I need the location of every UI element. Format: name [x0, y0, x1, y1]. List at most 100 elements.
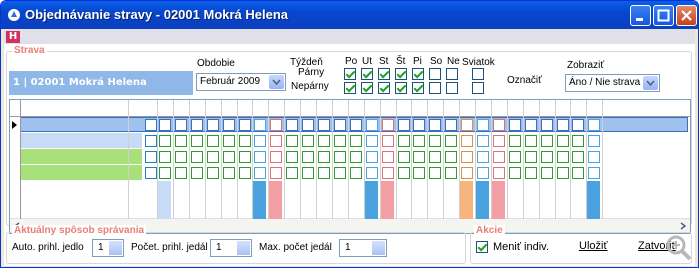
day-checkbox[interactable]	[524, 167, 537, 179]
day-checkbox[interactable]	[413, 135, 426, 147]
day-checkbox[interactable]	[238, 167, 251, 179]
parny-checkbox-4[interactable]	[412, 68, 424, 80]
day-checkbox[interactable]	[302, 151, 315, 163]
obdobie-dropdown-button[interactable]	[269, 75, 284, 89]
day-checkbox[interactable]	[381, 119, 394, 131]
day-checkbox[interactable]	[333, 167, 346, 179]
row-select-checkbox[interactable]	[145, 119, 157, 131]
day-checkbox[interactable]	[159, 119, 171, 131]
day-checkbox[interactable]	[333, 119, 346, 131]
day-checkbox[interactable]	[254, 135, 267, 147]
ulozit-button[interactable]: Uložiť	[579, 240, 608, 252]
day-checkbox[interactable]	[222, 151, 235, 163]
day-checkbox[interactable]	[572, 151, 585, 163]
day-checkbox[interactable]	[159, 135, 171, 147]
day-checkbox[interactable]	[206, 167, 219, 179]
neparny-checkbox-2[interactable]	[378, 82, 390, 94]
pocet-spinner-buttons[interactable]	[237, 241, 250, 255]
day-checkbox[interactable]	[540, 167, 553, 179]
neparny-checkbox-4[interactable]	[412, 82, 424, 94]
day-checkbox[interactable]	[302, 167, 315, 179]
max-spinner-buttons[interactable]	[372, 241, 385, 255]
day-checkbox[interactable]	[222, 119, 235, 131]
day-checkbox[interactable]	[508, 151, 521, 163]
day-checkbox[interactable]	[333, 151, 346, 163]
day-checkbox[interactable]	[556, 135, 569, 147]
day-checkbox[interactable]	[492, 151, 505, 163]
day-checkbox[interactable]	[381, 167, 394, 179]
day-checkbox[interactable]	[318, 167, 330, 179]
day-checkbox[interactable]	[286, 135, 299, 147]
neparny-checkbox-1[interactable]	[361, 82, 373, 94]
day-checkbox[interactable]	[174, 119, 187, 131]
day-checkbox[interactable]	[333, 135, 346, 147]
day-checkbox[interactable]	[588, 119, 601, 131]
day-checkbox[interactable]	[524, 151, 537, 163]
day-checkbox[interactable]	[461, 135, 474, 147]
day-checkbox[interactable]	[174, 151, 187, 163]
day-checkbox[interactable]	[286, 119, 299, 131]
day-checkbox[interactable]	[477, 151, 489, 163]
day-checkbox[interactable]	[349, 167, 362, 179]
parny-checkbox-2[interactable]	[378, 68, 390, 80]
day-checkbox[interactable]	[445, 119, 458, 131]
day-checkbox[interactable]	[270, 119, 283, 131]
auto-spinner[interactable]: 1	[92, 239, 124, 257]
row-select-checkbox[interactable]	[145, 135, 157, 147]
day-checkbox[interactable]	[540, 135, 553, 147]
zoom-icon[interactable]	[665, 234, 693, 262]
day-checkbox[interactable]	[572, 167, 585, 179]
day-checkbox[interactable]	[222, 135, 235, 147]
day-checkbox[interactable]	[572, 135, 585, 147]
day-checkbox[interactable]	[492, 135, 505, 147]
day-checkbox[interactable]	[477, 135, 489, 147]
day-checkbox[interactable]	[365, 119, 378, 131]
table-row[interactable]	[20, 165, 142, 180]
day-checkbox[interactable]	[190, 151, 203, 163]
day-checkbox[interactable]	[381, 135, 394, 147]
auto-spinner-buttons[interactable]	[109, 241, 122, 255]
day-checkbox[interactable]	[556, 151, 569, 163]
day-checkbox[interactable]	[461, 167, 474, 179]
day-checkbox[interactable]	[270, 167, 283, 179]
day-checkbox[interactable]	[159, 151, 171, 163]
day-checkbox[interactable]	[222, 167, 235, 179]
maximize-button[interactable]	[653, 5, 674, 26]
row-select-checkbox[interactable]	[145, 167, 157, 179]
close-button[interactable]	[676, 5, 697, 26]
help-badge[interactable]: H	[6, 31, 20, 43]
day-checkbox[interactable]	[270, 135, 283, 147]
day-checkbox[interactable]	[286, 151, 299, 163]
day-checkbox[interactable]	[159, 167, 171, 179]
day-checkbox[interactable]	[270, 151, 283, 163]
day-checkbox[interactable]	[445, 167, 458, 179]
day-checkbox[interactable]	[508, 119, 521, 131]
minimize-button[interactable]	[630, 5, 651, 26]
day-checkbox[interactable]	[445, 135, 458, 147]
obdobie-select[interactable]: Február 2009	[196, 73, 286, 91]
parny-checkbox-3[interactable]	[395, 68, 407, 80]
menit-indiv-checkbox[interactable]	[476, 241, 488, 253]
day-checkbox[interactable]	[365, 151, 378, 163]
day-checkbox[interactable]	[413, 151, 426, 163]
day-checkbox[interactable]	[588, 151, 601, 163]
sviatok-parny-checkbox[interactable]	[472, 68, 484, 80]
day-checkbox[interactable]	[461, 151, 474, 163]
day-checkbox[interactable]	[318, 135, 330, 147]
day-checkbox[interactable]	[397, 135, 410, 147]
day-checkbox[interactable]	[190, 135, 203, 147]
max-spinner[interactable]: 1	[339, 239, 387, 257]
day-checkbox[interactable]	[318, 119, 330, 131]
day-checkbox[interactable]	[524, 119, 537, 131]
neparny-checkbox-3[interactable]	[395, 82, 407, 94]
parny-checkbox-1[interactable]	[361, 68, 373, 80]
table-row[interactable]	[20, 149, 142, 164]
day-checkbox[interactable]	[413, 167, 426, 179]
parny-checkbox-6[interactable]	[446, 68, 458, 80]
day-checkbox[interactable]	[349, 151, 362, 163]
day-checkbox[interactable]	[588, 167, 601, 179]
day-checkbox[interactable]	[556, 167, 569, 179]
day-checkbox[interactable]	[318, 151, 330, 163]
day-checkbox[interactable]	[397, 151, 410, 163]
day-checkbox[interactable]	[445, 151, 458, 163]
